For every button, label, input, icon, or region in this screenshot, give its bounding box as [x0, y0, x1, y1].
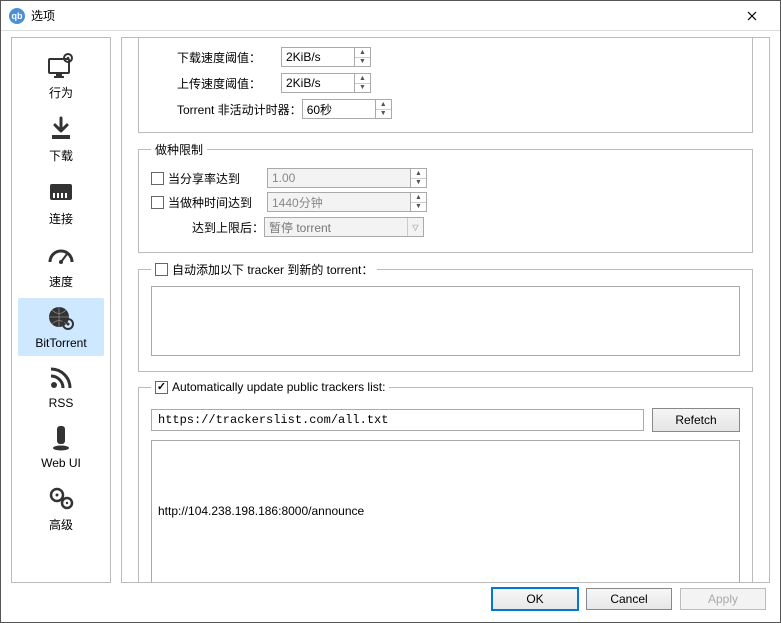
sidebar-item-rss[interactable]: RSS [18, 358, 104, 416]
seeding-time-label: 当做种时间达到 [168, 194, 263, 211]
spinner-up-icon[interactable]: ▲ [355, 74, 370, 84]
cancel-button[interactable]: Cancel [586, 588, 672, 610]
seeding-limits-group: 做种限制 当分享率达到 ▲▼ 当做种时间达到 ▲▼ [138, 141, 753, 253]
ratio-limit-input[interactable] [268, 169, 410, 187]
auto-add-trackers-group: 自动添加以下 tracker 到新的 torrent： [138, 261, 753, 372]
sidebar-item-bittorrent[interactable]: BitTorrent [18, 298, 104, 356]
server-icon [45, 422, 77, 454]
download-threshold-label: 下载速度阈值： [151, 49, 281, 66]
tracker-item: http://1337.abcvg.info:80/announce [158, 577, 733, 583]
spinner-down-icon[interactable]: ▼ [376, 110, 391, 119]
seeding-time-spinner[interactable]: ▲▼ [267, 192, 427, 212]
ratio-limit-spinner[interactable]: ▲▼ [267, 168, 427, 188]
download-threshold-input[interactable] [282, 48, 354, 66]
gears-icon [45, 482, 77, 514]
sidebar-item-speed[interactable]: 速度 [18, 235, 104, 296]
upload-threshold-input[interactable] [282, 74, 354, 92]
sidebar-item-label: Web UI [41, 456, 81, 470]
sidebar-item-label: 行为 [49, 84, 73, 101]
upload-threshold-label: 上传速度阈值： [151, 75, 281, 92]
ok-button[interactable]: OK [492, 588, 578, 610]
speed-thresholds-group: 下载速度阈值： ▲▼ 上传速度阈值： ▲▼ Torrent 非活动计时器： [138, 38, 753, 133]
sidebar-item-label: 速度 [49, 273, 73, 290]
dialog-footer: OK Cancel Apply [1, 583, 780, 615]
category-sidebar: 行为 下载 连接 速度 BitTorrent [11, 37, 111, 583]
auto-add-trackers-checkbox[interactable] [155, 263, 168, 276]
title-bar: qb 选项 [1, 1, 780, 31]
sidebar-item-label: RSS [49, 396, 74, 410]
download-threshold-spinner[interactable]: ▲▼ [281, 47, 371, 67]
app-icon: qb [9, 8, 25, 24]
seeding-time-input[interactable] [268, 193, 410, 211]
ethernet-icon [45, 176, 77, 208]
sidebar-item-label: 下载 [49, 147, 73, 164]
download-icon [45, 113, 77, 145]
then-action-select[interactable]: 暂停 torrent ▽ [264, 217, 424, 237]
monitor-gear-icon [45, 50, 77, 82]
auto-add-trackers-label: 自动添加以下 tracker 到新的 torrent： [172, 261, 373, 278]
sidebar-item-advanced[interactable]: 高级 [18, 478, 104, 539]
seeding-limits-legend: 做种限制 [151, 141, 207, 158]
auto-update-trackers-group: Automatically update public trackers lis… [138, 380, 753, 583]
upload-threshold-spinner[interactable]: ▲▼ [281, 73, 371, 93]
window-title: 选项 [31, 7, 732, 24]
sidebar-item-webui[interactable]: Web UI [18, 418, 104, 476]
spinner-up-icon[interactable]: ▲ [376, 100, 391, 110]
trackers-url-input[interactable] [151, 409, 644, 431]
inactive-timer-spinner[interactable]: ▲▼ [302, 99, 392, 119]
auto-update-trackers-label: Automatically update public trackers lis… [172, 380, 385, 394]
rss-icon [45, 362, 77, 394]
then-action-label: 达到上限后： [151, 219, 264, 236]
spinner-down-icon[interactable]: ▼ [355, 58, 370, 67]
sidebar-item-label: 高级 [49, 516, 73, 533]
sidebar-item-behavior[interactable]: 行为 [18, 46, 104, 107]
sidebar-item-label: 连接 [49, 210, 73, 227]
auto-update-trackers-checkbox[interactable] [155, 381, 168, 394]
trackers-list[interactable]: http://104.238.198.186:8000/announce htt… [151, 440, 740, 583]
settings-panel: 下载速度阈值： ▲▼ 上传速度阈值： ▲▼ Torrent 非活动计时器： [121, 37, 770, 583]
spinner-up-icon[interactable]: ▲ [411, 169, 426, 179]
then-action-value: 暂停 torrent [265, 218, 407, 236]
inactive-timer-label: Torrent 非活动计时器： [151, 101, 302, 118]
gauge-icon [45, 239, 77, 271]
apply-button[interactable]: Apply [680, 588, 766, 610]
ratio-limit-checkbox[interactable] [151, 172, 164, 185]
spinner-down-icon[interactable]: ▼ [355, 84, 370, 93]
spinner-up-icon[interactable]: ▲ [411, 193, 426, 203]
refetch-button[interactable]: Refetch [652, 408, 740, 432]
close-button[interactable] [732, 4, 772, 28]
close-icon [747, 11, 757, 21]
spinner-down-icon[interactable]: ▼ [411, 203, 426, 212]
chevron-down-icon: ▽ [407, 218, 423, 236]
spinner-up-icon[interactable]: ▲ [355, 48, 370, 58]
tracker-item: http://104.238.198.186:8000/announce [158, 498, 733, 524]
sidebar-item-label: BitTorrent [35, 336, 86, 350]
seeding-time-checkbox[interactable] [151, 196, 164, 209]
ratio-limit-label: 当分享率达到 [168, 170, 263, 187]
spinner-down-icon[interactable]: ▼ [411, 179, 426, 188]
sidebar-item-downloads[interactable]: 下载 [18, 109, 104, 170]
globe-gear-icon [45, 302, 77, 334]
sidebar-item-connection[interactable]: 连接 [18, 172, 104, 233]
auto-add-trackers-textarea[interactable] [151, 286, 740, 356]
inactive-timer-input[interactable] [303, 100, 375, 118]
